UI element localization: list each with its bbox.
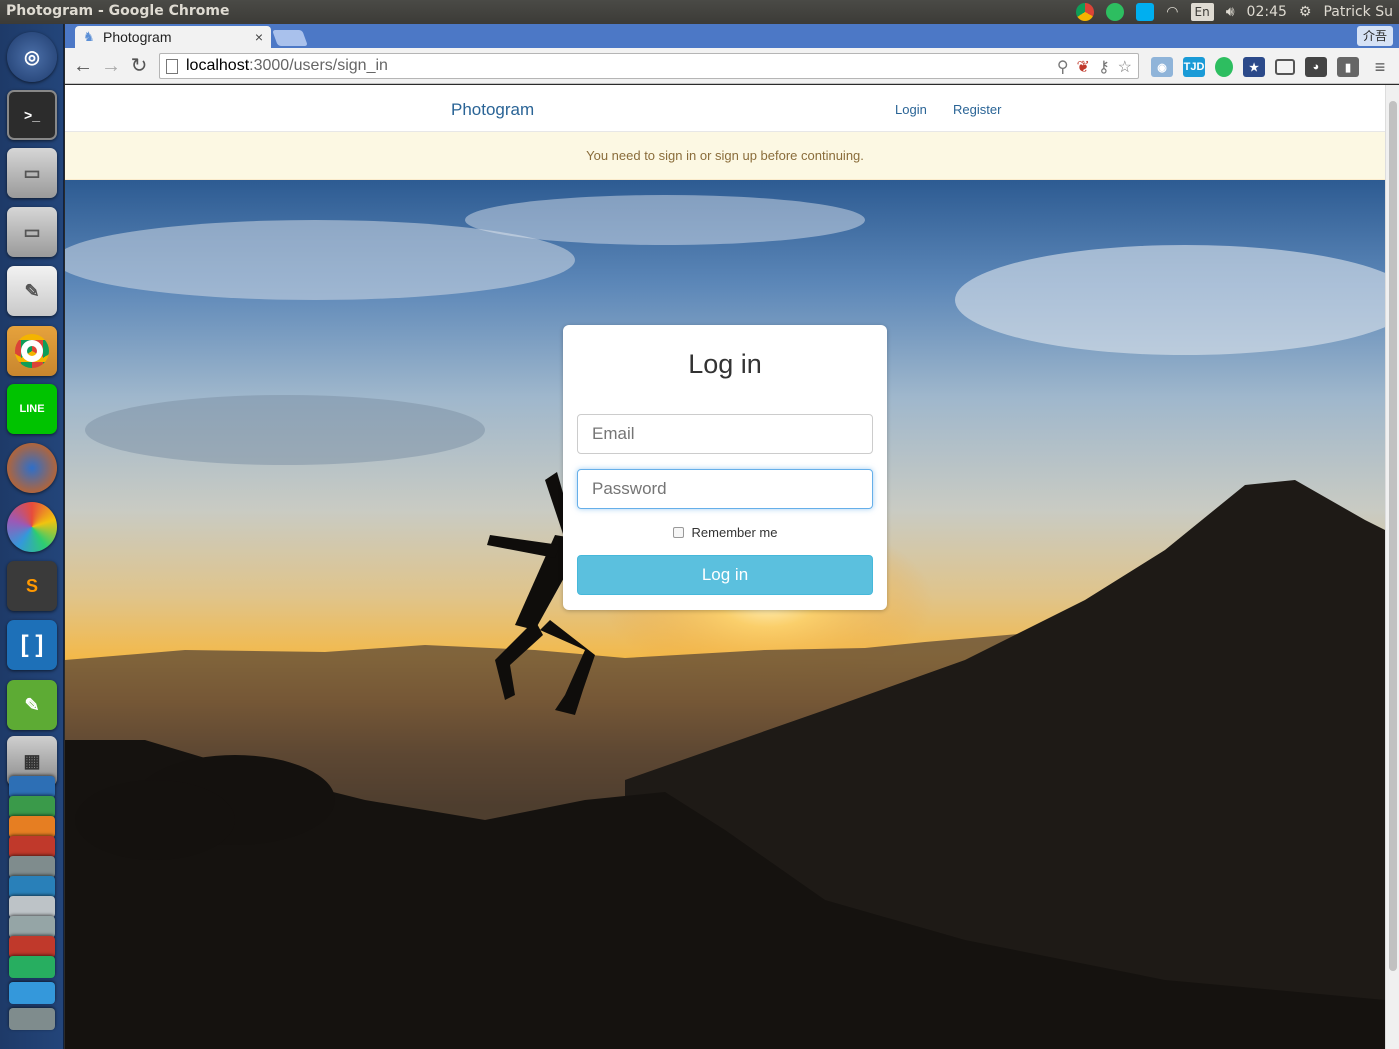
stacked-app-icon[interactable] bbox=[9, 982, 55, 1004]
stacked-app-icon[interactable] bbox=[9, 856, 55, 878]
login-submit-button[interactable]: Log in bbox=[577, 555, 873, 595]
stacked-app-icon[interactable] bbox=[9, 816, 55, 838]
remember-me-label[interactable]: Remember me bbox=[692, 525, 778, 540]
reload-icon[interactable]: ↻ bbox=[127, 54, 151, 78]
nav-login-link[interactable]: Login bbox=[895, 102, 927, 117]
profile-button[interactable]: 介吾 bbox=[1356, 26, 1393, 46]
app-launcher: ◎ >_ ▭ ▭ ✎ LINE S [ ] ✎ ▦ bbox=[0, 24, 64, 1049]
browser-toolbar: ← → ↻ localhost:3000/users/sign_in ⚲ ❦ ⚷… bbox=[65, 48, 1399, 84]
terminal-icon[interactable]: >_ bbox=[7, 90, 57, 140]
chrome-icon[interactable] bbox=[7, 326, 57, 376]
page-viewport: Photogram Login Register You need to sig… bbox=[65, 85, 1385, 1049]
wifi-icon[interactable]: ◠ bbox=[1166, 4, 1178, 20]
url-host: localhost bbox=[186, 57, 250, 74]
back-icon[interactable]: ← bbox=[71, 54, 95, 78]
extension-icon[interactable]: ❦ bbox=[1077, 57, 1090, 77]
password-field[interactable] bbox=[577, 469, 873, 509]
scrollbar-thumb[interactable] bbox=[1389, 101, 1397, 971]
email-field[interactable] bbox=[577, 414, 873, 454]
camera-extension-icon[interactable]: ◉ bbox=[1151, 57, 1173, 77]
settings-gear-icon[interactable]: ⚙ bbox=[1299, 4, 1312, 20]
line-icon[interactable]: LINE bbox=[7, 384, 57, 434]
clock[interactable]: 02:45 bbox=[1247, 4, 1287, 20]
favicon-icon: ♞ bbox=[83, 29, 95, 44]
login-card: Log in Remember me Log in bbox=[563, 325, 887, 610]
stacked-app-icon[interactable] bbox=[9, 956, 55, 978]
brand-link[interactable]: Photogram bbox=[451, 100, 534, 120]
paint-icon[interactable] bbox=[7, 502, 57, 552]
system-top-panel: Photogram - Google Chrome ◠ En 🔊︎ 02:45 … bbox=[0, 0, 1399, 24]
firefox-icon[interactable] bbox=[7, 443, 57, 493]
text-editor-icon[interactable]: ✎ bbox=[7, 266, 57, 316]
remember-me-row: Remember me bbox=[563, 525, 887, 540]
plug-extension-icon[interactable]: ▮ bbox=[1337, 57, 1359, 77]
page-icon bbox=[166, 58, 178, 74]
stacked-app-icon[interactable] bbox=[9, 876, 55, 898]
tab-title: Photogram bbox=[103, 29, 172, 45]
remember-me-checkbox[interactable] bbox=[672, 527, 684, 538]
omnibox-icons: ⚲ ❦ ⚷ ☆ bbox=[1057, 57, 1132, 77]
site-navbar: Photogram Login Register bbox=[65, 85, 1385, 132]
nav-register-link[interactable]: Register bbox=[953, 102, 1001, 117]
stacked-app-icon[interactable] bbox=[9, 796, 55, 818]
forward-icon[interactable]: → bbox=[99, 54, 123, 78]
stacked-app-icon[interactable] bbox=[9, 836, 55, 858]
zoom-icon[interactable]: ⚲ bbox=[1057, 57, 1069, 77]
chrome-tray-icon[interactable] bbox=[1076, 3, 1095, 21]
url-path: :3000/users/sign_in bbox=[249, 57, 388, 74]
stacked-app-icon[interactable] bbox=[9, 916, 55, 938]
cast-icon[interactable] bbox=[1275, 59, 1295, 75]
evernote-extension-icon[interactable] bbox=[1215, 57, 1233, 77]
stacked-app-icon[interactable] bbox=[9, 896, 55, 918]
hero-background-image: Log in Remember me Log in bbox=[65, 180, 1385, 1049]
close-tab-icon[interactable]: × bbox=[255, 29, 263, 45]
flash-alert: You need to sign in or sign up before co… bbox=[65, 132, 1385, 180]
key-icon[interactable]: ⚷ bbox=[1098, 57, 1110, 77]
stacked-app-icon[interactable] bbox=[9, 776, 55, 798]
new-tab-button[interactable] bbox=[272, 30, 308, 46]
evernote-tray-icon[interactable] bbox=[1106, 3, 1125, 21]
volume-icon[interactable]: 🔊︎ bbox=[1226, 4, 1235, 20]
bookmark-star-icon[interactable]: ☆ bbox=[1118, 57, 1132, 77]
tab-strip: ♞ Photogram × 介吾 bbox=[65, 24, 1399, 48]
address-bar[interactable]: localhost:3000/users/sign_in ⚲ ❦ ⚷ ☆ bbox=[159, 53, 1139, 79]
stacked-app-icon[interactable] bbox=[9, 936, 55, 958]
files-icon[interactable]: ▭ bbox=[7, 207, 57, 257]
tab-photogram[interactable]: ♞ Photogram × bbox=[75, 26, 271, 48]
system-tray: ◠ En 🔊︎ 02:45 ⚙ Patrick Su bbox=[1076, 0, 1393, 24]
stacked-app-icon[interactable] bbox=[9, 1008, 55, 1030]
window-title: Photogram - Google Chrome bbox=[6, 3, 230, 19]
star-extension-icon[interactable]: ★ bbox=[1243, 57, 1265, 77]
skype-tray-icon[interactable] bbox=[1136, 3, 1155, 21]
keyboard-layout-indicator[interactable]: En bbox=[1190, 3, 1214, 21]
user-name[interactable]: Patrick Su bbox=[1323, 4, 1393, 20]
landscape-silhouette bbox=[65, 195, 1385, 1049]
page-scrollbar[interactable] bbox=[1385, 85, 1399, 1049]
ubuntu-dash-icon[interactable]: ◎ bbox=[7, 32, 57, 82]
brackets-icon[interactable]: [ ] bbox=[7, 620, 57, 670]
files-icon[interactable]: ▭ bbox=[7, 148, 57, 198]
browser-window: ♞ Photogram × 介吾 ← → ↻ localhost:3000/us… bbox=[65, 24, 1399, 1049]
tjd-extension-icon[interactable]: TJD bbox=[1183, 57, 1205, 77]
login-title: Log in bbox=[688, 349, 762, 379]
extension-icons: ◉ TJD ★ ◕ ▮ ≡ bbox=[1151, 57, 1391, 77]
octocat-extension-icon[interactable]: ◕ bbox=[1305, 57, 1327, 77]
notes-icon[interactable]: ✎ bbox=[7, 680, 57, 730]
menu-icon[interactable]: ≡ bbox=[1369, 57, 1391, 77]
sublime-text-icon[interactable]: S bbox=[7, 561, 57, 611]
